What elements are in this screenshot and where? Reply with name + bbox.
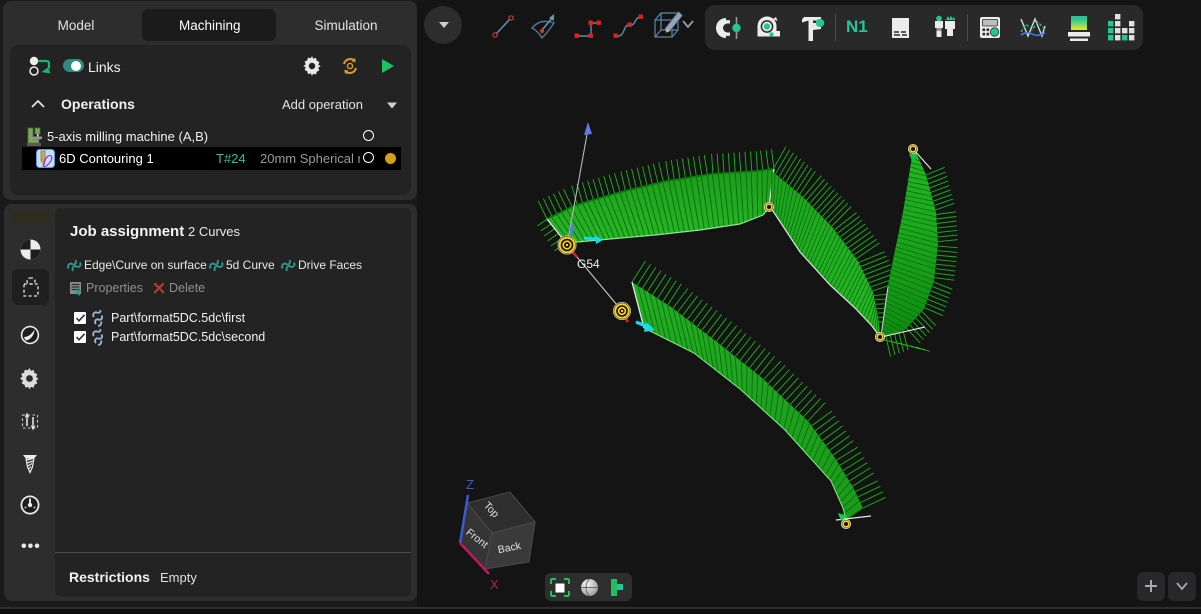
svg-text:X: X: [490, 577, 499, 592]
svg-text:G54: G54: [577, 257, 600, 271]
svg-text:Z: Z: [466, 477, 474, 492]
